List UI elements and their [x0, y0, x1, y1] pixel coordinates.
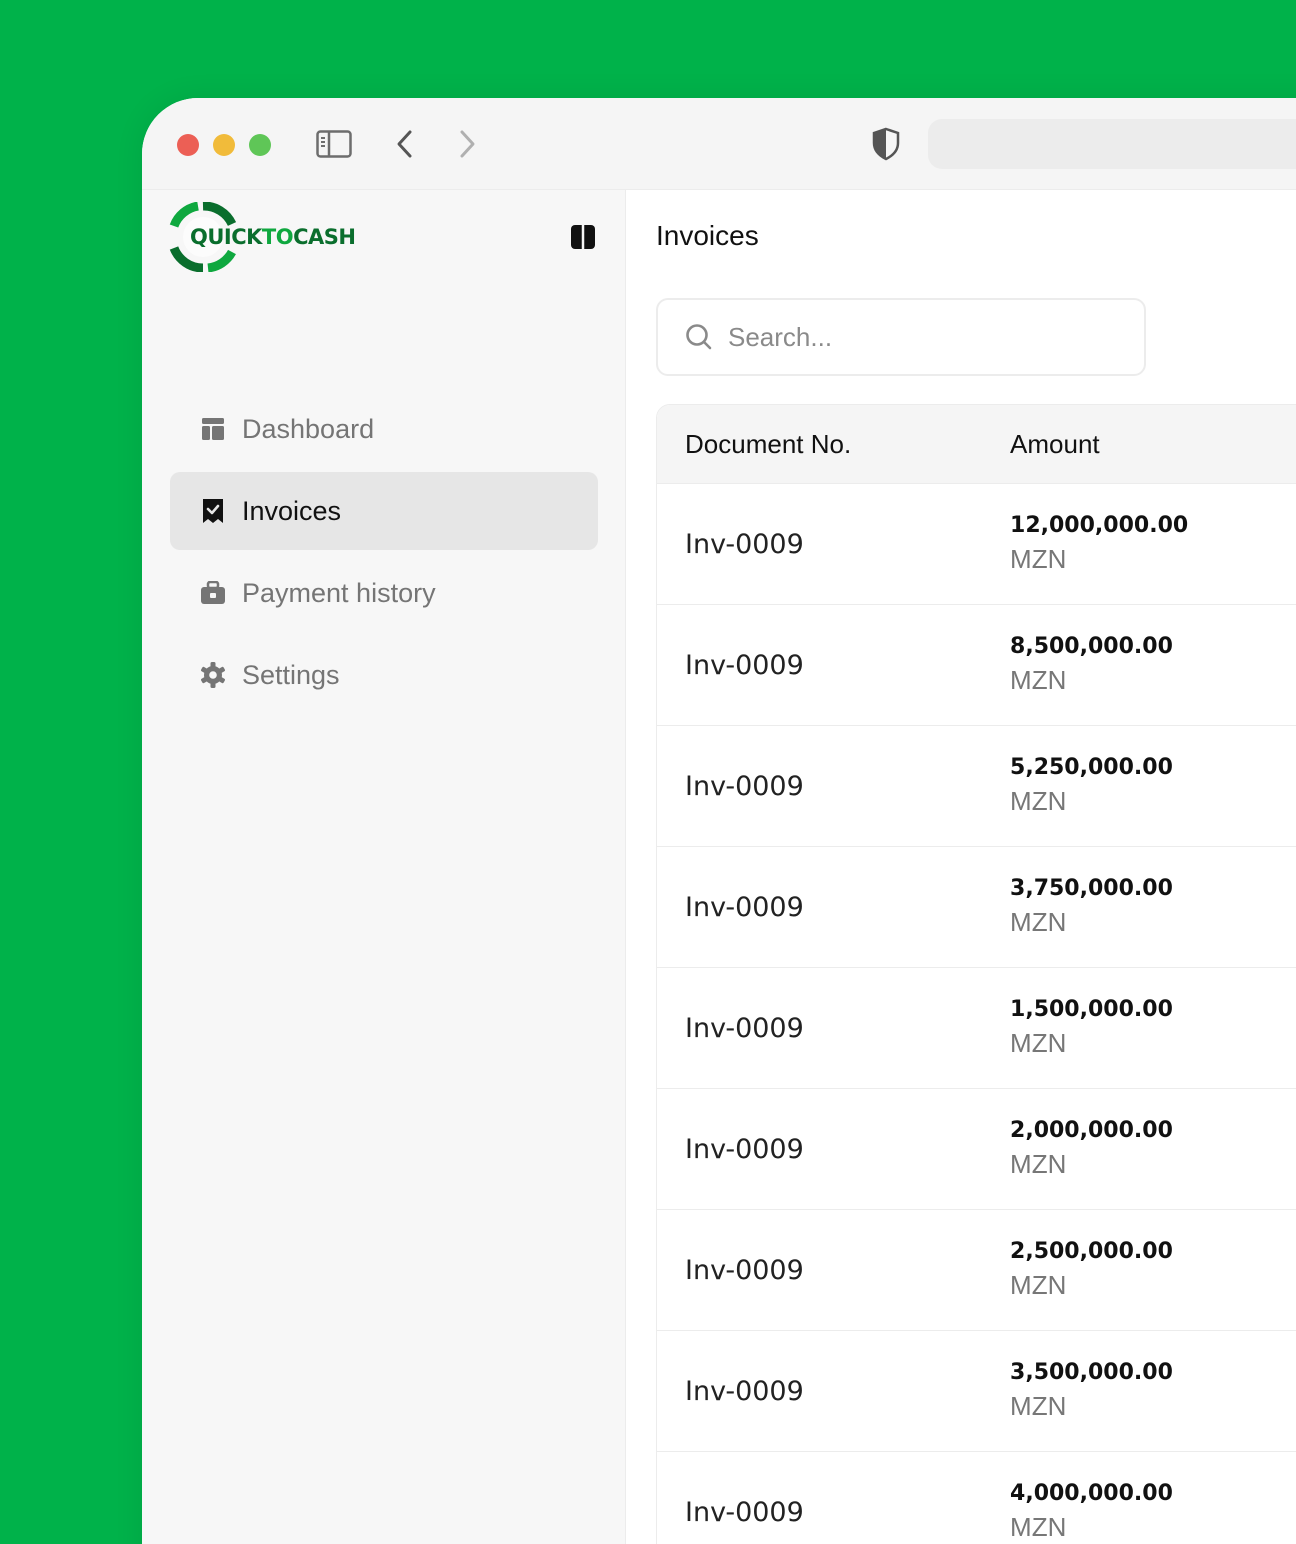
- sidebar-toggle-icon[interactable]: [314, 126, 354, 162]
- document-number: Inv-0009: [685, 891, 804, 923]
- document-number: Inv-0009: [685, 1375, 804, 1407]
- amount-cell: 8,500,000.00 MZN: [1010, 632, 1296, 698]
- table-row[interactable]: Inv-0009 12,000,000.00 MZN: [657, 483, 1296, 604]
- document-number: Inv-0009: [685, 1254, 804, 1286]
- close-window-button[interactable]: [177, 134, 199, 156]
- quicktocash-logo: QUICKTOCASH: [168, 202, 356, 272]
- search-icon: [686, 324, 712, 350]
- document-number: Inv-0009: [685, 770, 804, 802]
- sidebar-item-label: Dashboard: [242, 413, 375, 444]
- table-row[interactable]: Inv-0009 8,500,000.00 MZN: [657, 604, 1296, 725]
- amount-cell: 2,000,000.00 MZN: [1010, 1116, 1296, 1182]
- amount-value: 1,500,000.00: [1010, 997, 1173, 1022]
- amount-cell: 1,500,000.00 MZN: [1010, 995, 1296, 1061]
- maximize-window-button[interactable]: [249, 134, 271, 156]
- sidebar-item-invoices[interactable]: Invoices: [170, 472, 598, 550]
- amount-value: 5,250,000.00: [1010, 755, 1173, 780]
- brand-name: QUICKTOCASH: [190, 225, 356, 249]
- amount-cell: 5,250,000.00 MZN: [1010, 753, 1296, 819]
- briefcase-icon: [200, 580, 226, 606]
- dashboard-icon: [200, 416, 226, 442]
- document-number: Inv-0009: [685, 649, 804, 681]
- collapse-sidebar-icon[interactable]: [570, 224, 596, 255]
- amount-value: 3,750,000.00: [1010, 876, 1173, 901]
- forward-arrow-icon[interactable]: [447, 126, 487, 162]
- document-number: Inv-0009: [685, 528, 804, 560]
- column-header-amount[interactable]: Amount: [1010, 429, 1296, 460]
- currency-code: MZN: [1010, 907, 1067, 937]
- sidebar: QUICKTOCASH Dashboard Invoices Payment h…: [142, 190, 626, 1544]
- currency-code: MZN: [1010, 1512, 1067, 1542]
- amount-value: 2,500,000.00: [1010, 1239, 1173, 1264]
- sidebar-item-payment-history[interactable]: Payment history: [170, 554, 598, 632]
- shield-icon[interactable]: [866, 126, 906, 162]
- currency-code: MZN: [1010, 1028, 1067, 1058]
- sidebar-item-dashboard[interactable]: Dashboard: [170, 390, 598, 468]
- amount-cell: 3,500,000.00 MZN: [1010, 1358, 1296, 1424]
- currency-code: MZN: [1010, 1149, 1067, 1179]
- table-row[interactable]: Inv-0009 2,000,000.00 MZN: [657, 1088, 1296, 1209]
- currency-code: MZN: [1010, 1270, 1067, 1300]
- sidebar-item-label: Invoices: [242, 495, 342, 526]
- gear-icon: [200, 662, 226, 688]
- main-content: Invoices Document No. Amount Inv-0009 12,…: [626, 190, 1296, 1544]
- amount-value: 2,000,000.00: [1010, 1118, 1173, 1143]
- search-input[interactable]: [728, 321, 1108, 353]
- currency-code: MZN: [1010, 544, 1067, 574]
- page-title: Invoices: [656, 220, 759, 251]
- amount-cell: 2,500,000.00 MZN: [1010, 1237, 1296, 1303]
- amount-cell: 3,750,000.00 MZN: [1010, 874, 1296, 940]
- sidebar-item-label: Payment history: [242, 577, 436, 608]
- amount-value: 8,500,000.00: [1010, 634, 1173, 659]
- table-row[interactable]: Inv-0009 3,750,000.00 MZN: [657, 846, 1296, 967]
- browser-titlebar: [142, 98, 1296, 190]
- amount-value: 3,500,000.00: [1010, 1360, 1173, 1385]
- minimize-window-button[interactable]: [213, 134, 235, 156]
- currency-code: MZN: [1010, 1391, 1067, 1421]
- sidebar-item-settings[interactable]: Settings: [170, 636, 598, 714]
- document-number: Inv-0009: [685, 1496, 804, 1528]
- table-row[interactable]: Inv-0009 4,000,000.00 MZN: [657, 1451, 1296, 1544]
- sidebar-nav: Dashboard Invoices Payment history Setti…: [170, 390, 598, 718]
- amount-value: 12,000,000.00: [1010, 513, 1189, 538]
- amount-cell: 4,000,000.00 MZN: [1010, 1479, 1296, 1544]
- sidebar-item-label: Settings: [242, 659, 340, 690]
- table-row[interactable]: Inv-0009 2,500,000.00 MZN: [657, 1209, 1296, 1330]
- table-row[interactable]: Inv-0009 3,500,000.00 MZN: [657, 1330, 1296, 1451]
- document-number: Inv-0009: [685, 1012, 804, 1044]
- currency-code: MZN: [1010, 786, 1067, 816]
- address-bar[interactable]: [928, 119, 1296, 169]
- receipt-check-icon: [200, 498, 226, 524]
- browser-window: QUICKTOCASH Dashboard Invoices Payment h…: [142, 98, 1296, 1544]
- amount-value: 4,000,000.00: [1010, 1481, 1173, 1506]
- table-header: Document No. Amount: [657, 405, 1296, 483]
- amount-cell: 12,000,000.00 MZN: [1010, 511, 1296, 577]
- table-row[interactable]: Inv-0009 1,500,000.00 MZN: [657, 967, 1296, 1088]
- search-box[interactable]: [656, 298, 1146, 376]
- table-row[interactable]: Inv-0009 5,250,000.00 MZN: [657, 725, 1296, 846]
- invoices-table: Document No. Amount Inv-0009 12,000,000.0…: [656, 404, 1296, 1544]
- column-header-document-no[interactable]: Document No.: [657, 429, 1010, 460]
- currency-code: MZN: [1010, 665, 1067, 695]
- document-number: Inv-0009: [685, 1133, 804, 1165]
- back-arrow-icon[interactable]: [385, 126, 425, 162]
